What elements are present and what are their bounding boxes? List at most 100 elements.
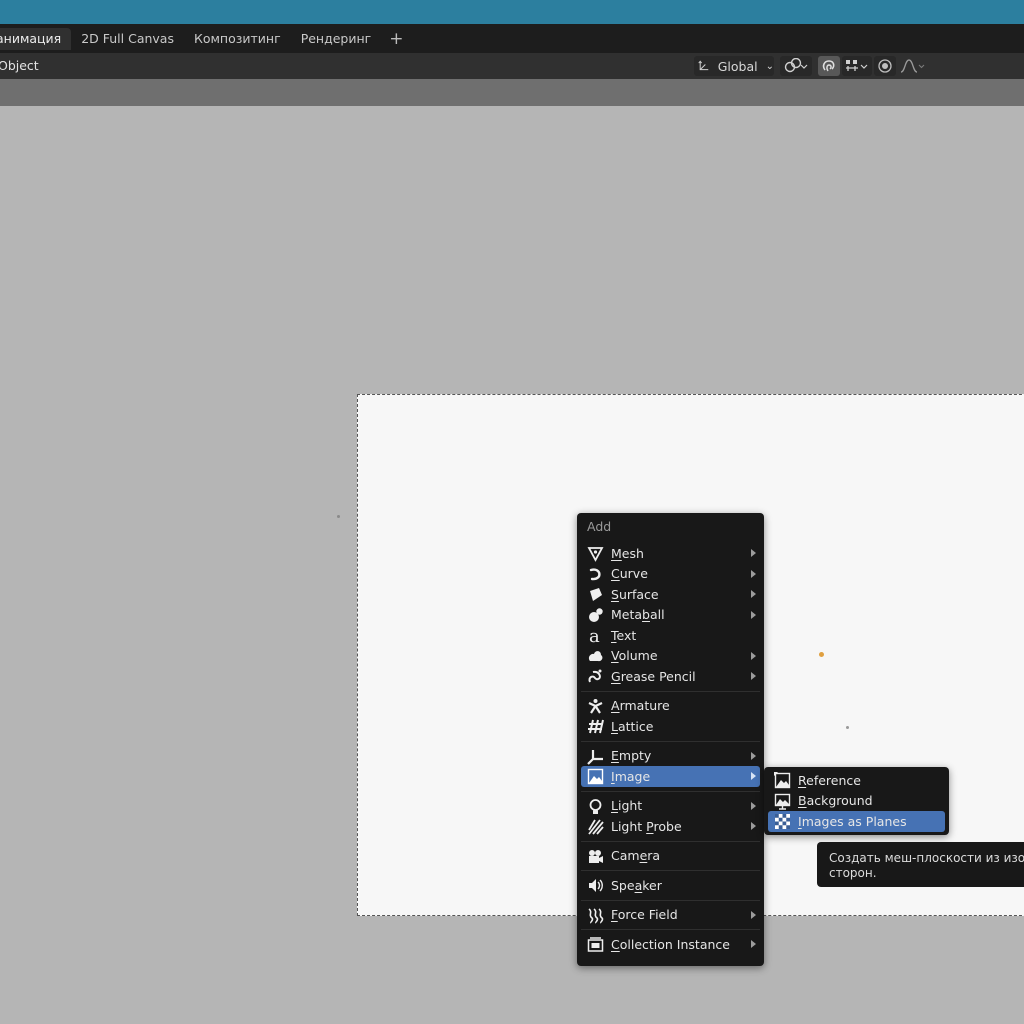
- menu-item-grease-pencil[interactable]: Grease Pencil: [577, 666, 764, 687]
- submenu-arrow-icon: [751, 610, 756, 619]
- orientation-dropdown[interactable]: Global ⌄: [694, 56, 774, 76]
- chevron-down-icon: ⌄: [765, 60, 774, 72]
- menu-item-label: Images as Planes: [798, 813, 907, 829]
- menu-item-speaker[interactable]: Speaker: [577, 875, 764, 896]
- tooltip-line-2: сторон.: [829, 866, 877, 880]
- menu-item-label: Collection Instance: [611, 936, 730, 952]
- menu-item-label: Grease Pencil: [611, 668, 696, 684]
- menu-item-metaball[interactable]: Metaball: [577, 605, 764, 626]
- menu-separator: [581, 690, 760, 692]
- pivot-snapping-group: [780, 56, 872, 76]
- viewport-marker: [337, 515, 340, 518]
- volume-icon: [587, 648, 604, 665]
- tab-rendering[interactable]: Рендеринг: [291, 28, 382, 50]
- add-menu-title: Add: [587, 519, 612, 534]
- menu-separator: [581, 740, 760, 742]
- object-origin-dot: [819, 652, 824, 657]
- orientation-label: Global: [717, 58, 758, 74]
- menu-item-camera[interactable]: Camera: [577, 846, 764, 867]
- menu-item-label: Curve: [611, 566, 648, 582]
- object-menu[interactable]: Object: [0, 58, 39, 73]
- menu-item-label: Mesh: [611, 545, 644, 561]
- grease-pencil-icon: [587, 668, 604, 685]
- menu-item-image[interactable]: Image: [581, 766, 760, 787]
- menu-item-lattice[interactable]: Lattice: [577, 716, 764, 737]
- empty-icon: [587, 748, 604, 765]
- menu-item-force-field[interactable]: Force Field: [577, 905, 764, 926]
- tab-2d-full-canvas[interactable]: 2D Full Canvas: [71, 28, 184, 50]
- transform-orientation[interactable]: Global ⌄: [694, 56, 774, 76]
- snap-target-dropdown[interactable]: [842, 56, 872, 76]
- pivot-point-dropdown[interactable]: [780, 56, 812, 76]
- submenu-arrow-icon: [751, 751, 756, 760]
- menu-item-label: Surface: [611, 586, 659, 602]
- workspace-tabs: анимация 2D Full Canvas Композитинг Ренд…: [0, 24, 1024, 53]
- menu-item-reference[interactable]: Reference: [764, 770, 949, 791]
- submenu-arrow-icon: [751, 910, 756, 919]
- images-as-planes-icon: [774, 813, 791, 830]
- background-image-icon: [774, 793, 791, 810]
- reference-image-icon: [774, 772, 791, 789]
- svg-text:a: a: [589, 627, 600, 644]
- proportional-editing-group: [874, 56, 928, 76]
- viewport-header: Object Global ⌄: [0, 53, 1024, 79]
- submenu-arrow-icon: [751, 569, 756, 578]
- tab-animation[interactable]: анимация: [0, 27, 72, 50]
- menu-item-label: Camera: [611, 848, 661, 864]
- falloff-curve-icon: [900, 59, 925, 73]
- menu-item-surface[interactable]: Surface: [577, 584, 764, 605]
- menu-item-label: Empty: [611, 748, 652, 764]
- menu-item-light[interactable]: Light: [577, 796, 764, 817]
- menu-item-label: Background: [798, 793, 873, 809]
- menu-item-label: Speaker: [611, 877, 662, 893]
- menu-item-volume[interactable]: Volume: [577, 646, 764, 667]
- menu-item-label: Light: [611, 798, 643, 814]
- text-icon: a: [587, 627, 604, 644]
- menu-item-collection-instance[interactable]: Collection Instance: [577, 934, 764, 955]
- menu-separator: [581, 870, 760, 871]
- menu-item-mesh[interactable]: Mesh: [577, 543, 764, 564]
- menu-separator: [581, 899, 760, 901]
- window-title-bar: [0, 0, 1024, 24]
- submenu-arrow-icon: [751, 822, 756, 830]
- submenu-arrow-icon: [751, 801, 756, 810]
- pivot-link-icon: [784, 58, 808, 73]
- menu-item-empty[interactable]: Empty: [577, 746, 764, 767]
- submenu-arrow-icon: [751, 940, 756, 948]
- snap-increment-icon: [846, 60, 868, 71]
- menu-item-label: Metaball: [611, 607, 665, 623]
- add-menu: Add Mesh Curve Surface Metaball a Text Volume G…: [577, 513, 764, 966]
- proportional-editing-toggle[interactable]: [874, 56, 896, 76]
- magnet-icon: [822, 60, 835, 72]
- menu-item-light-probe[interactable]: Light Probe: [577, 816, 764, 837]
- menu-item-label: Image: [611, 768, 651, 784]
- menu-item-label: Volume: [611, 648, 658, 664]
- snap-toggle[interactable]: [818, 56, 840, 76]
- menu-item-curve[interactable]: Curve: [577, 564, 764, 585]
- lattice-icon: [587, 718, 604, 735]
- proportional-circle-icon: [878, 59, 892, 73]
- curve-icon: [587, 566, 604, 583]
- menu-item-images-as-planes[interactable]: Images as Planes: [768, 811, 945, 832]
- menu-item-label: Armature: [611, 698, 670, 714]
- tool-settings-bar: [0, 79, 1024, 106]
- menu-item-armature[interactable]: Armature: [577, 696, 764, 717]
- menu-item-label: Light Probe: [611, 818, 682, 834]
- menu-item-text[interactable]: a Text: [577, 625, 764, 646]
- submenu-arrow-icon: [751, 772, 756, 780]
- add-workspace-plus-icon[interactable]: +: [381, 28, 411, 50]
- menu-separator: [581, 840, 760, 842]
- tooltip-line-1: Создать меш-плоскости из изобр: [829, 851, 1024, 865]
- submenu-arrow-icon: [751, 549, 756, 557]
- tab-compositing[interactable]: Композитинг: [184, 28, 291, 50]
- light-probe-icon: [587, 818, 604, 835]
- menu-item-background[interactable]: Background: [764, 791, 949, 812]
- armature-icon: [587, 698, 604, 715]
- light-icon: [587, 798, 604, 815]
- submenu-arrow-icon: [751, 672, 756, 680]
- menu-item-label: Reference: [798, 772, 861, 788]
- menu-separator: [581, 929, 760, 930]
- falloff-dropdown[interactable]: [898, 56, 928, 76]
- collection-instance-icon: [587, 936, 604, 953]
- surface-icon: [587, 586, 604, 603]
